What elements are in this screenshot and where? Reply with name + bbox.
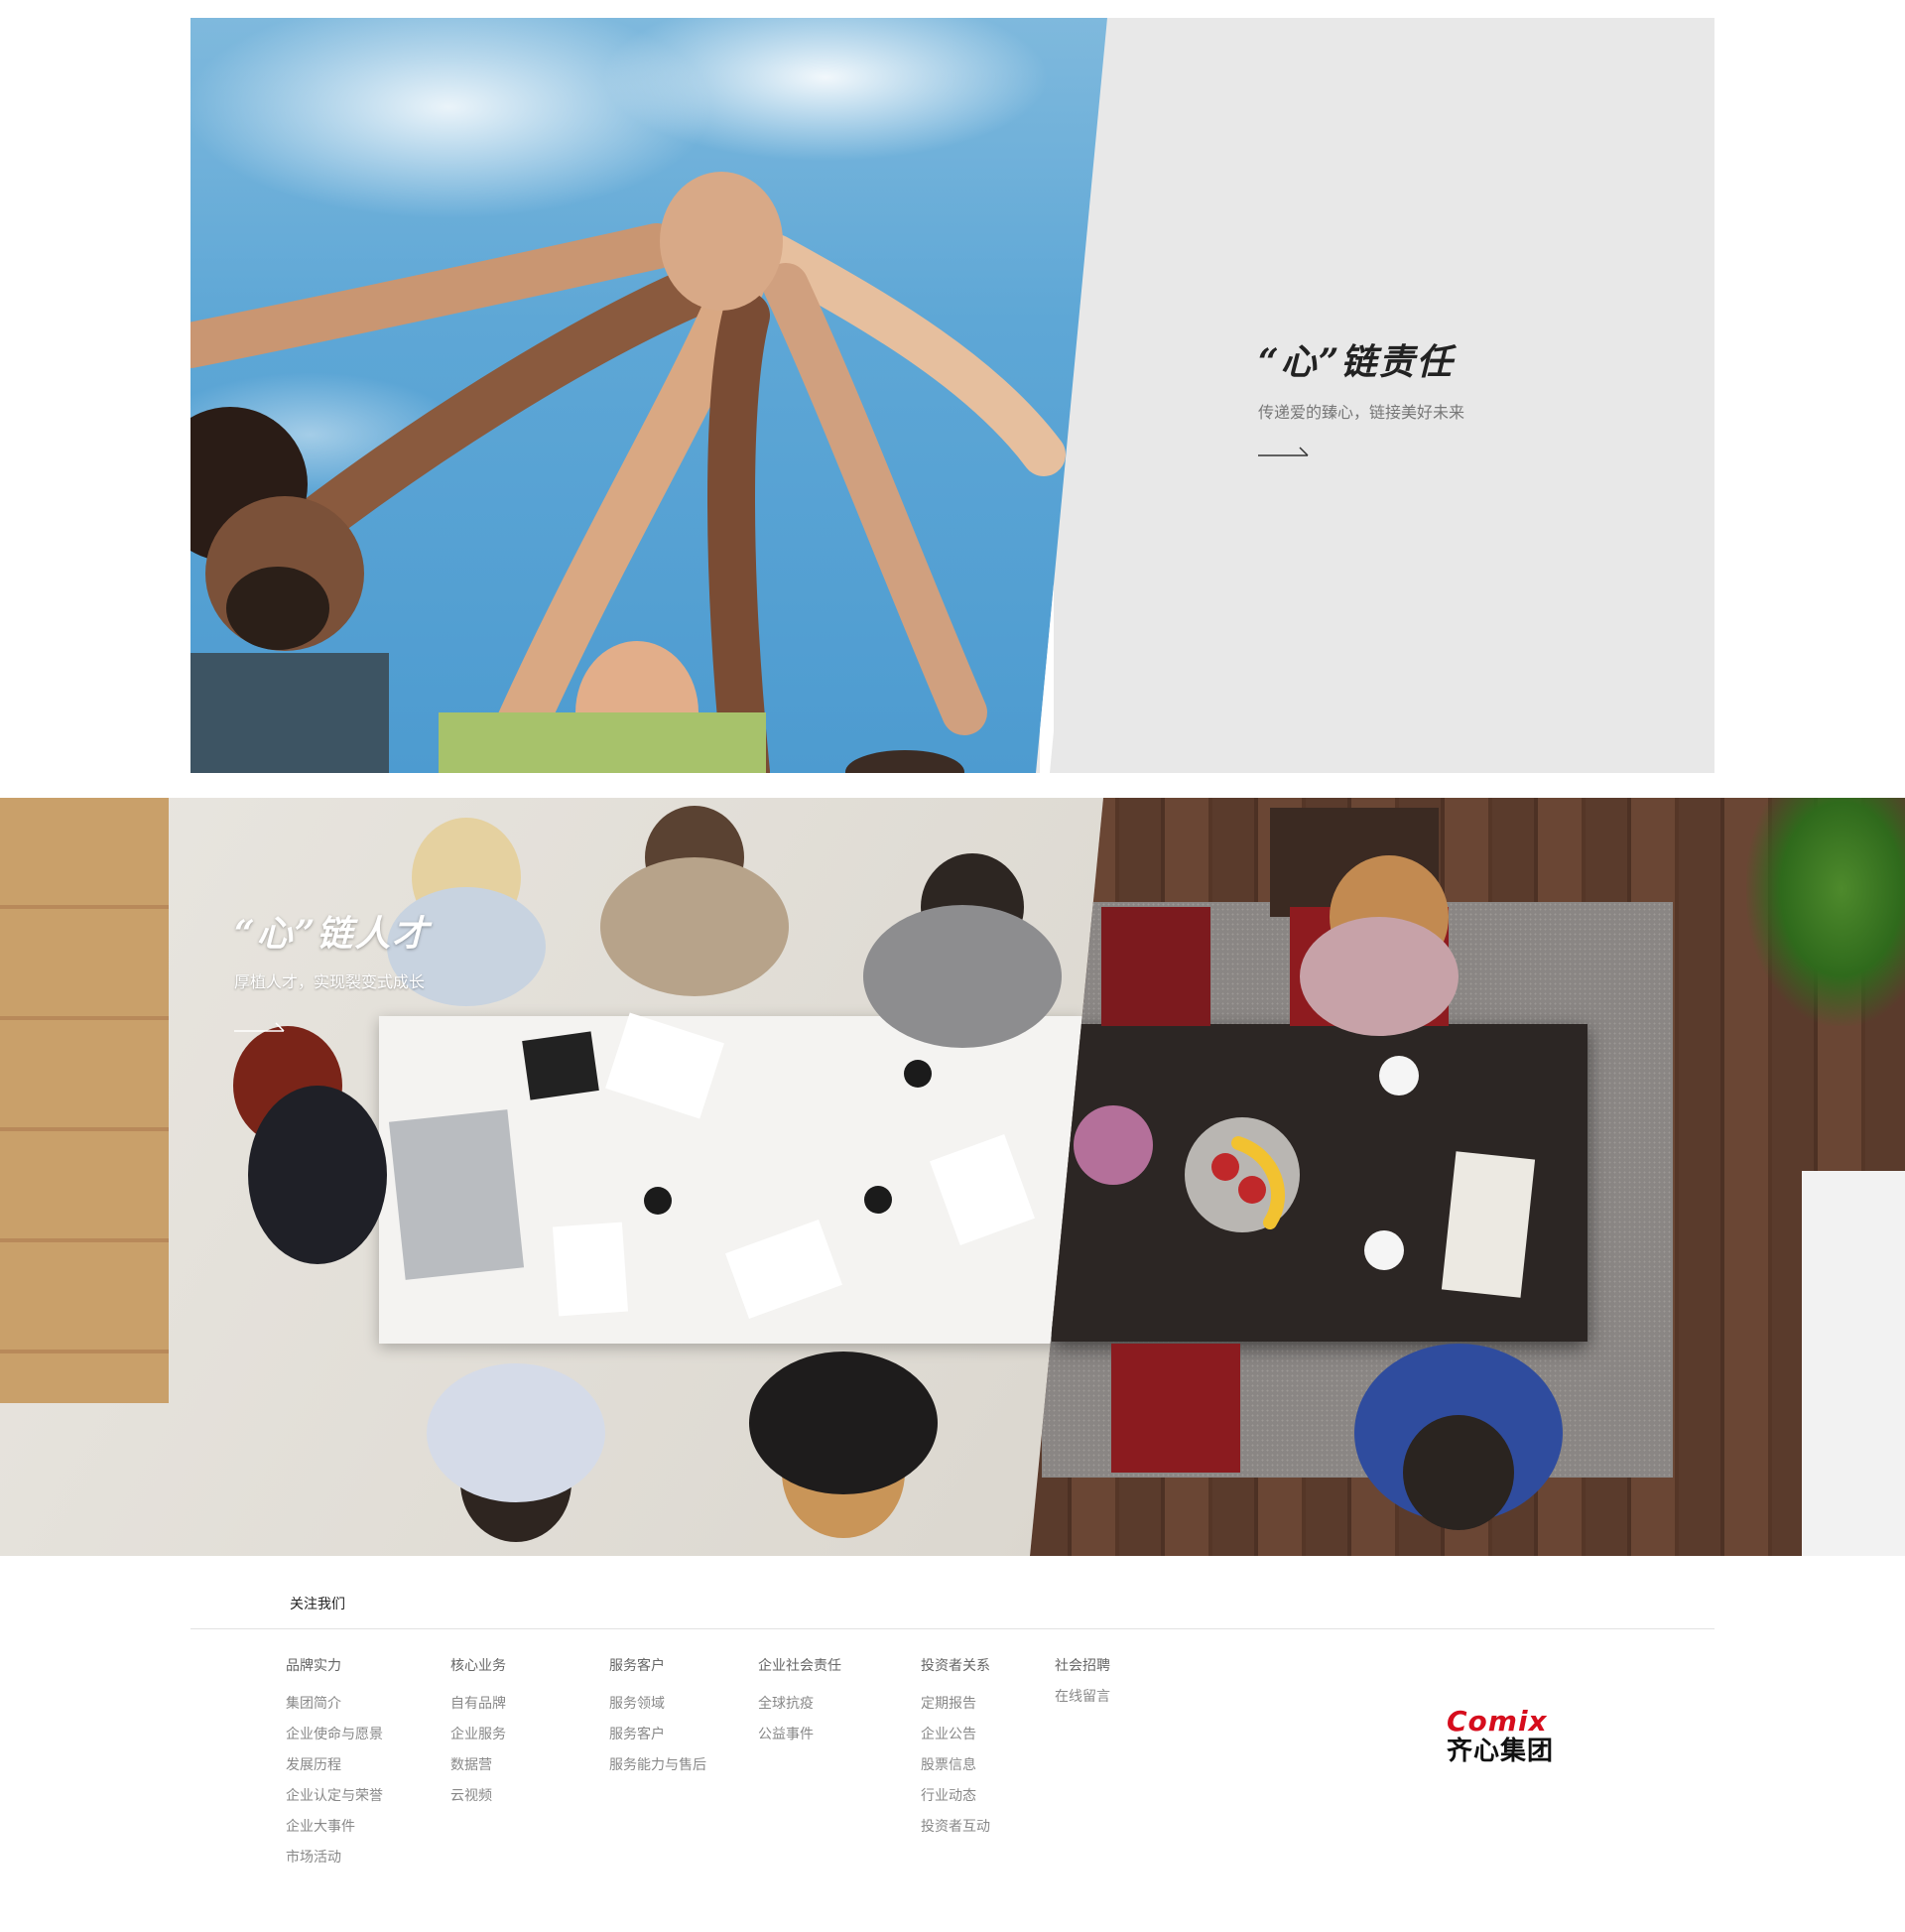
footer-link[interactable]: 股票信息	[921, 1756, 990, 1774]
footer-link[interactable]: 定期报告	[921, 1695, 990, 1713]
comix-logo[interactable]: Comix 齐心集团	[1447, 1707, 1593, 1768]
footer-link[interactable]: 企业大事件	[286, 1818, 383, 1836]
footer-link[interactable]: 数据营	[450, 1756, 506, 1774]
footer-col-heading[interactable]: 企业社会责任	[758, 1657, 841, 1675]
footer-link[interactable]: 服务能力与售后	[609, 1756, 706, 1774]
footer-col-customers: 服务客户 服务领域 服务客户 服务能力与售后	[609, 1657, 706, 1787]
footer-link[interactable]: 服务客户	[609, 1726, 706, 1743]
footer-link[interactable]: 发展历程	[286, 1756, 383, 1774]
footer-col-heading[interactable]: 品牌实力	[286, 1657, 383, 1675]
footer-link[interactable]: 在线留言	[1055, 1688, 1110, 1706]
footer-col-heading[interactable]: 服务客户	[609, 1657, 706, 1675]
footer-col-brand: 品牌实力 集团简介 企业使命与愿景 发展历程 企业认定与荣誉 企业大事件 市场活…	[286, 1657, 383, 1879]
footer-link[interactable]: 市场活动	[286, 1849, 383, 1867]
footer-link[interactable]: 服务领域	[609, 1695, 706, 1713]
talent-subtitle: 厚植人才，实现裂变式成长	[234, 972, 426, 991]
footer-link[interactable]: 投资者互动	[921, 1818, 990, 1836]
footer-col-heading[interactable]: 社会招聘	[1055, 1657, 1110, 1675]
footer-link[interactable]: 行业动态	[921, 1787, 990, 1805]
footer-link[interactable]: 全球抗疫	[758, 1695, 841, 1713]
responsibility-text: “心”链责任 传递爱的臻心，链接美好未来	[1258, 333, 1464, 456]
footer-col-recruit: 社会招聘 在线留言	[1055, 1657, 1110, 1719]
footer-col-business: 核心业务 自有品牌 企业服务 数据营 云视频	[450, 1657, 506, 1818]
responsibility-subtitle: 传递爱的臻心，链接美好未来	[1258, 403, 1465, 422]
arrow-right-icon[interactable]	[1258, 443, 1310, 456]
footer-link[interactable]: 企业使命与愿景	[286, 1726, 383, 1743]
arrow-right-icon[interactable]	[234, 1018, 286, 1032]
footer-link[interactable]: 公益事件	[758, 1726, 841, 1743]
footer-link[interactable]: 企业服务	[450, 1726, 506, 1743]
logo-chinese-name: 齐心集团	[1447, 1737, 1555, 1766]
footer-link[interactable]: 企业公告	[921, 1726, 990, 1743]
logo-wordmark: Comix	[1447, 1705, 1548, 1738]
footer-col-csr: 企业社会责任 全球抗疫 公益事件	[758, 1657, 841, 1756]
responsibility-section: “心”链责任 传递爱的臻心，链接美好未来	[190, 18, 1714, 773]
footer-col-investors: 投资者关系 定期报告 企业公告 股票信息 行业动态 投资者互动	[921, 1657, 990, 1849]
responsibility-title: “心”链责任	[1258, 341, 1455, 383]
talent-text: “心”链人才 厚植人才，实现裂变式成长	[234, 905, 430, 1032]
footer-link[interactable]: 企业认定与荣誉	[286, 1787, 383, 1805]
footer-link[interactable]: 云视频	[450, 1787, 506, 1805]
talent-title: “心”链人才	[234, 913, 431, 955]
footer-nav: 品牌实力 集团简介 企业使命与愿景 发展历程 企业认定与荣誉 企业大事件 市场活…	[0, 1657, 1905, 1875]
footer-col-heading[interactable]: 投资者关系	[921, 1657, 990, 1675]
footer-col-heading[interactable]: 核心业务	[450, 1657, 506, 1675]
talent-section: “心”链人才 厚植人才，实现裂变式成长	[0, 798, 1905, 1556]
footer-link[interactable]: 集团简介	[286, 1695, 383, 1713]
footer-divider	[190, 1628, 1714, 1629]
follow-us-label: 关注我们	[290, 1597, 345, 1612]
footer-link[interactable]: 自有品牌	[450, 1695, 506, 1713]
